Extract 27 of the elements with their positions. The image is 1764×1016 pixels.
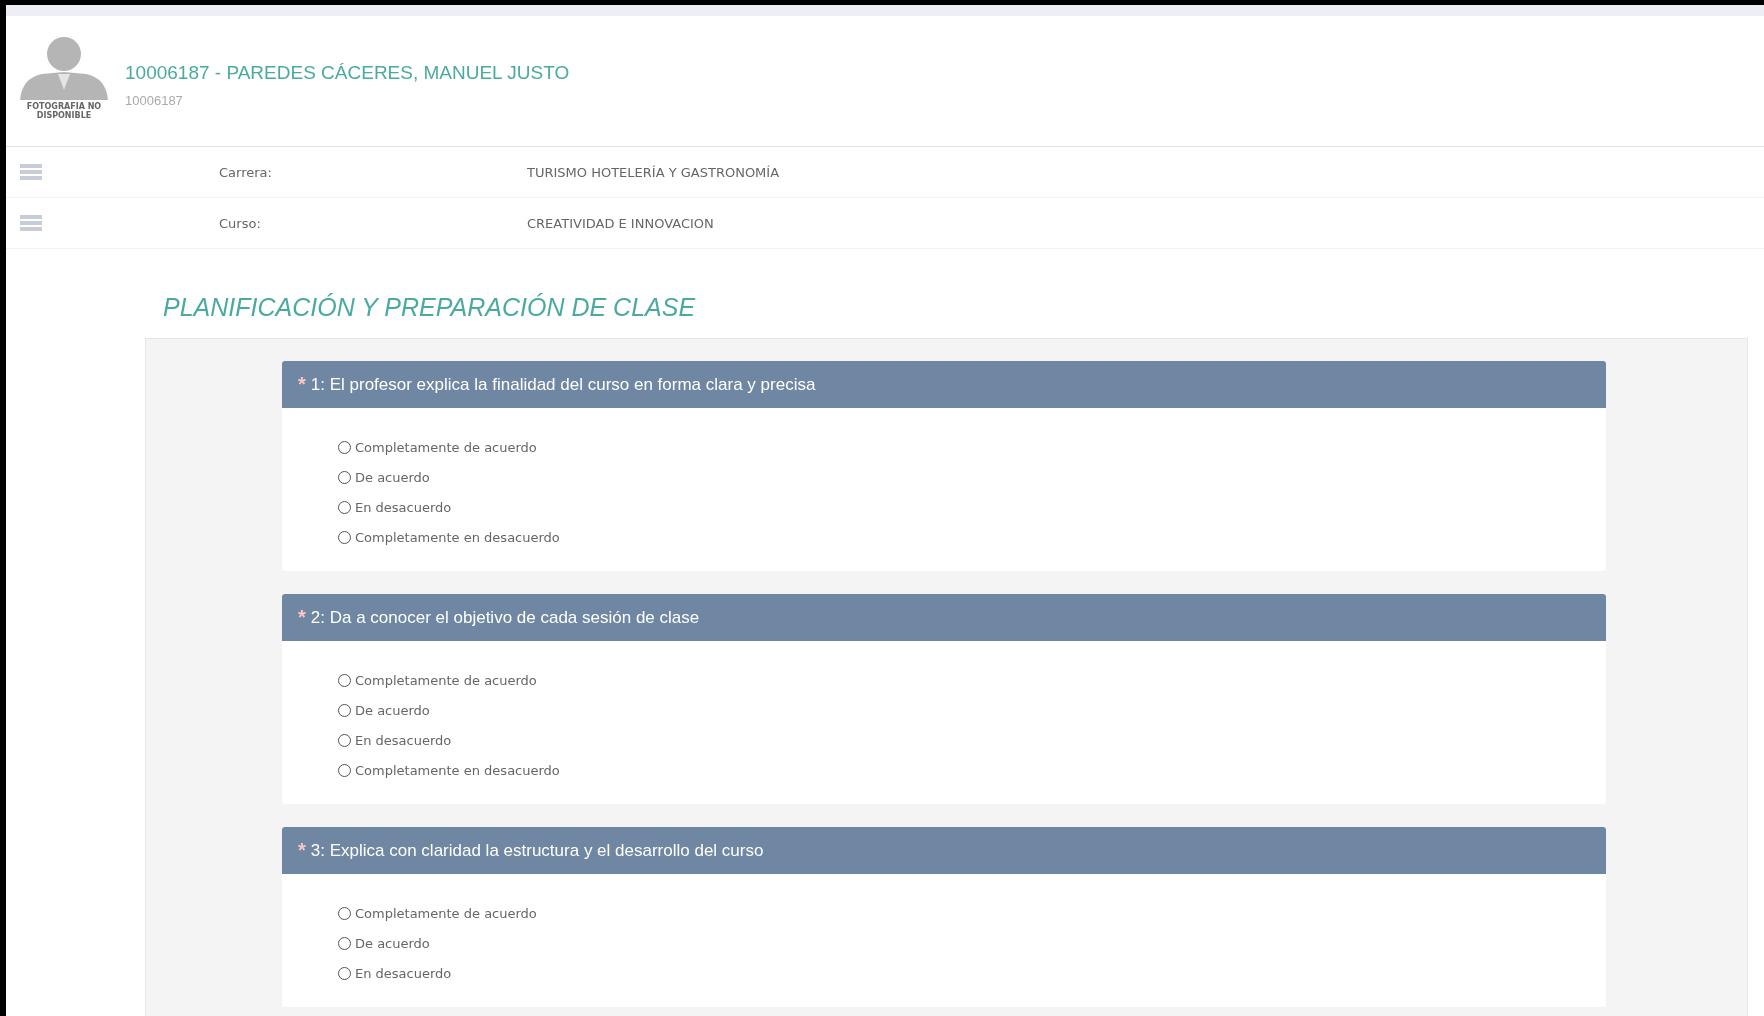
field-value: CREATIVIDAD E INNOVACION <box>527 215 714 231</box>
option-label[interactable]: En desacuerdo <box>355 966 452 981</box>
option-label[interactable]: Completamente en desacuerdo <box>355 530 560 545</box>
option-label[interactable]: En desacuerdo <box>355 733 452 748</box>
option-label[interactable]: Completamente de acuerdo <box>355 673 537 688</box>
question-text: 3: Explica con claridad la estructura y el desarrollo del curso <box>310 840 764 861</box>
option-label[interactable]: Completamente en desacuerdo <box>355 763 560 778</box>
student-name: 10006187 - PAREDES CÁCERES, MANUEL JUSTO <box>125 62 570 84</box>
option-label[interactable]: Completamente de acuerdo <box>355 906 537 921</box>
student-id: 10006187 <box>125 93 184 108</box>
field-label: Carrera: <box>219 164 273 180</box>
field-value: TURISMO HOTELERÍA Y GASTRONOMÍA <box>527 164 780 180</box>
required-mark: * <box>298 373 306 396</box>
option-label[interactable]: En desacuerdo <box>355 500 452 515</box>
field-label: Curso: <box>219 215 262 231</box>
option-label[interactable]: De acuerdo <box>355 936 430 951</box>
option-label[interactable]: De acuerdo <box>355 470 430 485</box>
photo-caption: FOTOGRAFIA NO DISPONIBLE <box>25 102 103 121</box>
required-mark: * <box>298 839 306 862</box>
question-text: 1: El profesor explica la finalidad del curso en forma clara y precisa <box>310 374 816 395</box>
question-text: 2: Da a conocer el objetivo de cada sesión de clase <box>310 607 700 628</box>
option-label[interactable]: Completamente de acuerdo <box>355 440 537 455</box>
list-icon <box>20 164 42 180</box>
section-title: PLANIFICACIÓN Y PREPARACIÓN DE CLASE <box>163 293 697 322</box>
list-icon <box>20 215 42 231</box>
option-label[interactable]: De acuerdo <box>355 703 430 718</box>
required-mark: * <box>298 606 306 629</box>
